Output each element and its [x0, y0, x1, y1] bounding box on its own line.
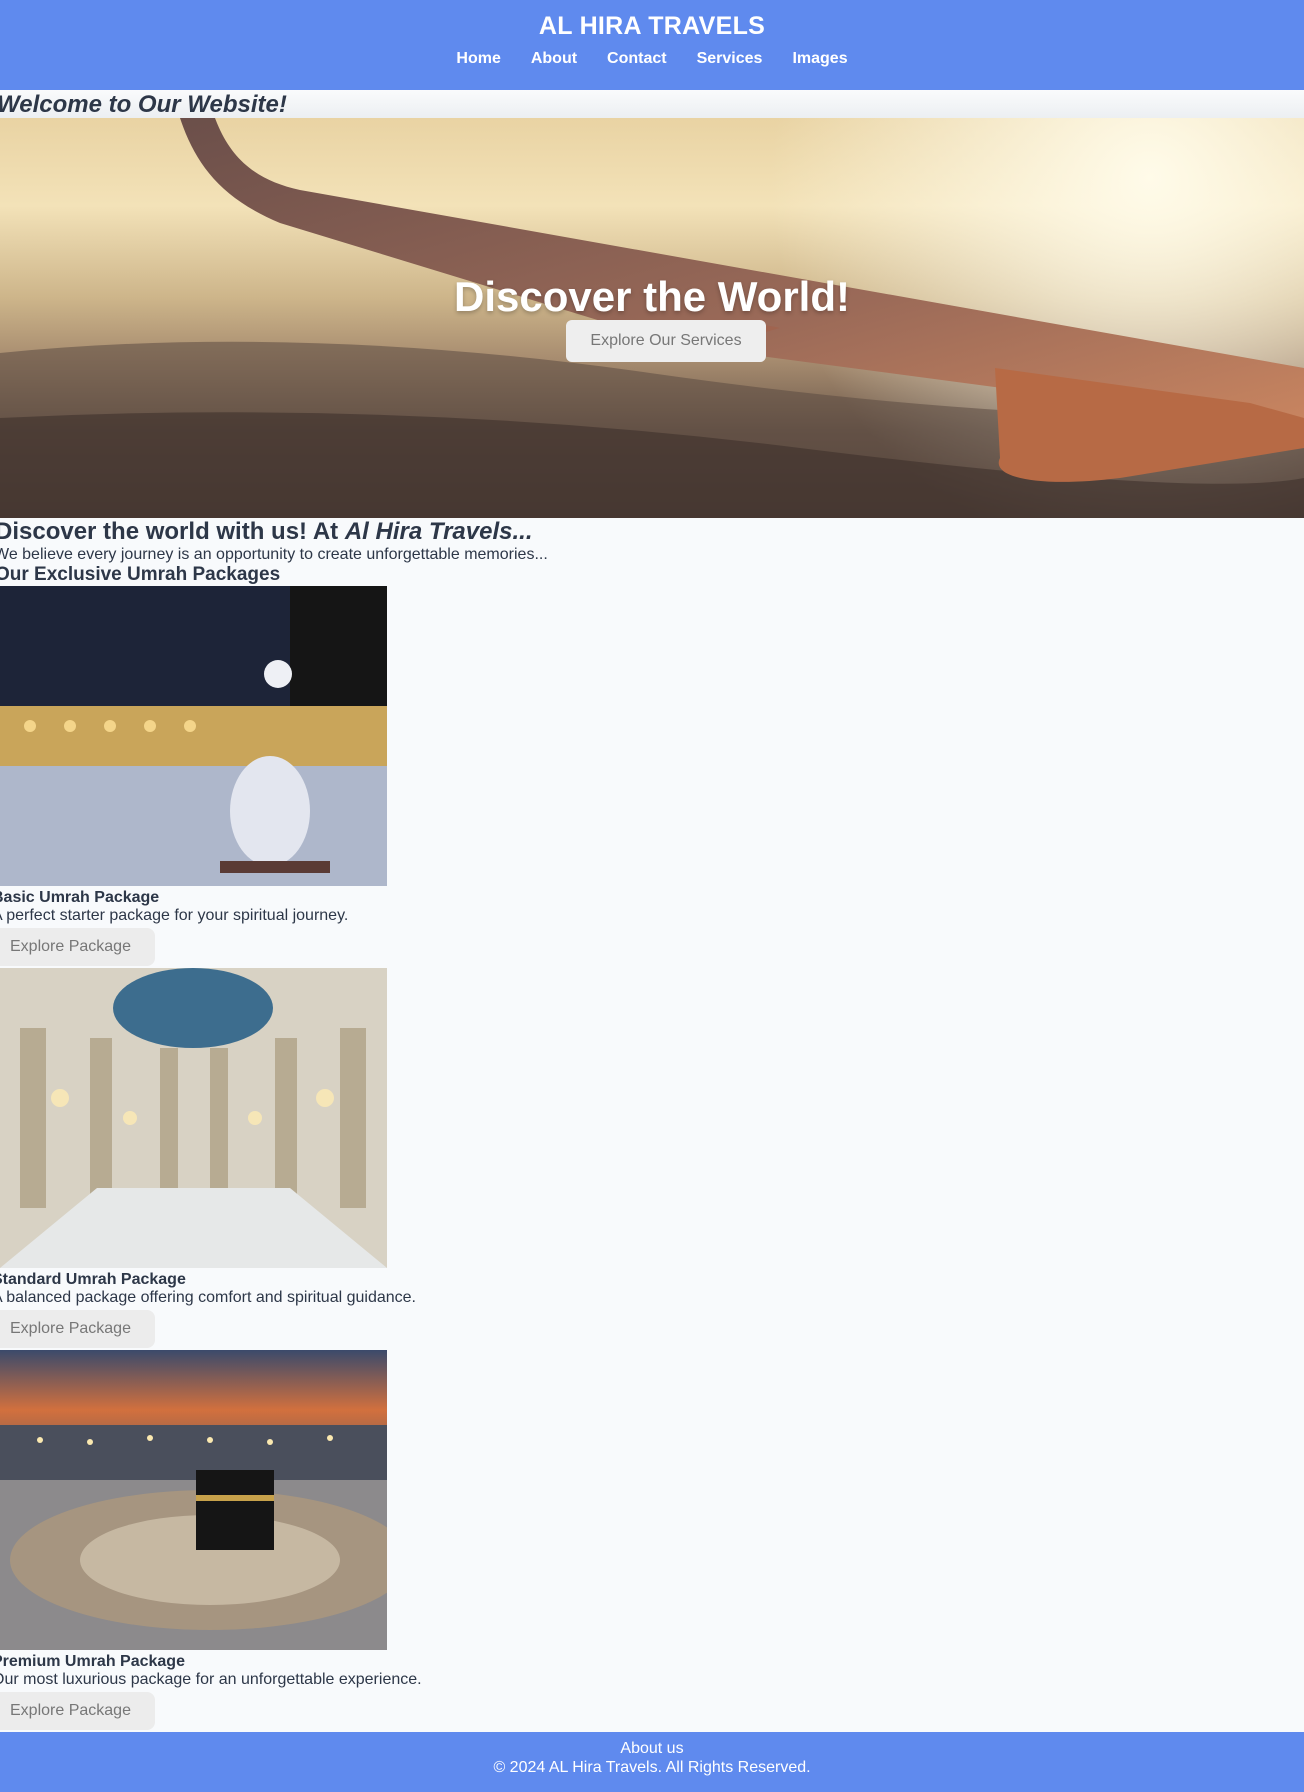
nav-link-contact[interactable]: Contact — [592, 50, 682, 68]
intro-text: We believe every journey is an opportuni… — [0, 546, 548, 563]
standard-package-explore-button[interactable]: Explore Package — [0, 1310, 155, 1348]
site-header: AL HIRA TRAVELS Home About Contact Servi… — [0, 0, 1304, 90]
explore-services-button[interactable]: Explore Our Services — [566, 320, 766, 362]
hero-banner: Discover the World! Explore Our Services — [0, 118, 1304, 518]
intro-heading-prefix: Discover the world with us! At — [0, 518, 345, 545]
footer-copyright: © 2024 AL Hira Travels. All Rights Reser… — [493, 1759, 811, 1776]
nav-link-about[interactable]: About — [516, 50, 592, 68]
basic-package-description: A perfect starter package for your spiri… — [0, 907, 349, 924]
packages-heading: Our Exclusive Umrah Packages — [0, 564, 281, 585]
standard-package-name: Standard Umrah Package — [0, 1271, 186, 1288]
intro-heading: Discover the world with us! At Al Hira T… — [0, 518, 532, 546]
premium-package-description: Our most luxurious package for an unforg… — [0, 1671, 422, 1688]
nav-link-services[interactable]: Services — [682, 50, 778, 68]
intro-heading-brand: Al Hira Travels... — [344, 518, 533, 545]
site-footer: About us © 2024 AL Hira Travels. All Rig… — [0, 1732, 1304, 1792]
nav-link-images[interactable]: Images — [777, 50, 862, 68]
standard-package-image — [0, 968, 387, 1268]
nav-link-home[interactable]: Home — [441, 50, 515, 68]
welcome-heading: Welcome to Our Website! — [0, 91, 287, 118]
basic-package-image — [0, 586, 387, 886]
site-brand[interactable]: AL HIRA TRAVELS — [0, 12, 1304, 41]
premium-package-name: Premium Umrah Package — [0, 1653, 185, 1670]
basic-package-explore-button[interactable]: Explore Package — [0, 928, 155, 966]
hero-title: Discover the World! — [454, 273, 850, 320]
main-nav: Home About Contact Services Images — [0, 50, 1304, 68]
premium-package-image — [0, 1350, 387, 1650]
premium-package-explore-button[interactable]: Explore Package — [0, 1692, 155, 1730]
standard-package-description: A balanced package offering comfort and … — [0, 1289, 416, 1306]
footer-about-link[interactable]: About us — [0, 1740, 1304, 1758]
basic-package-name: Basic Umrah Package — [0, 889, 160, 906]
